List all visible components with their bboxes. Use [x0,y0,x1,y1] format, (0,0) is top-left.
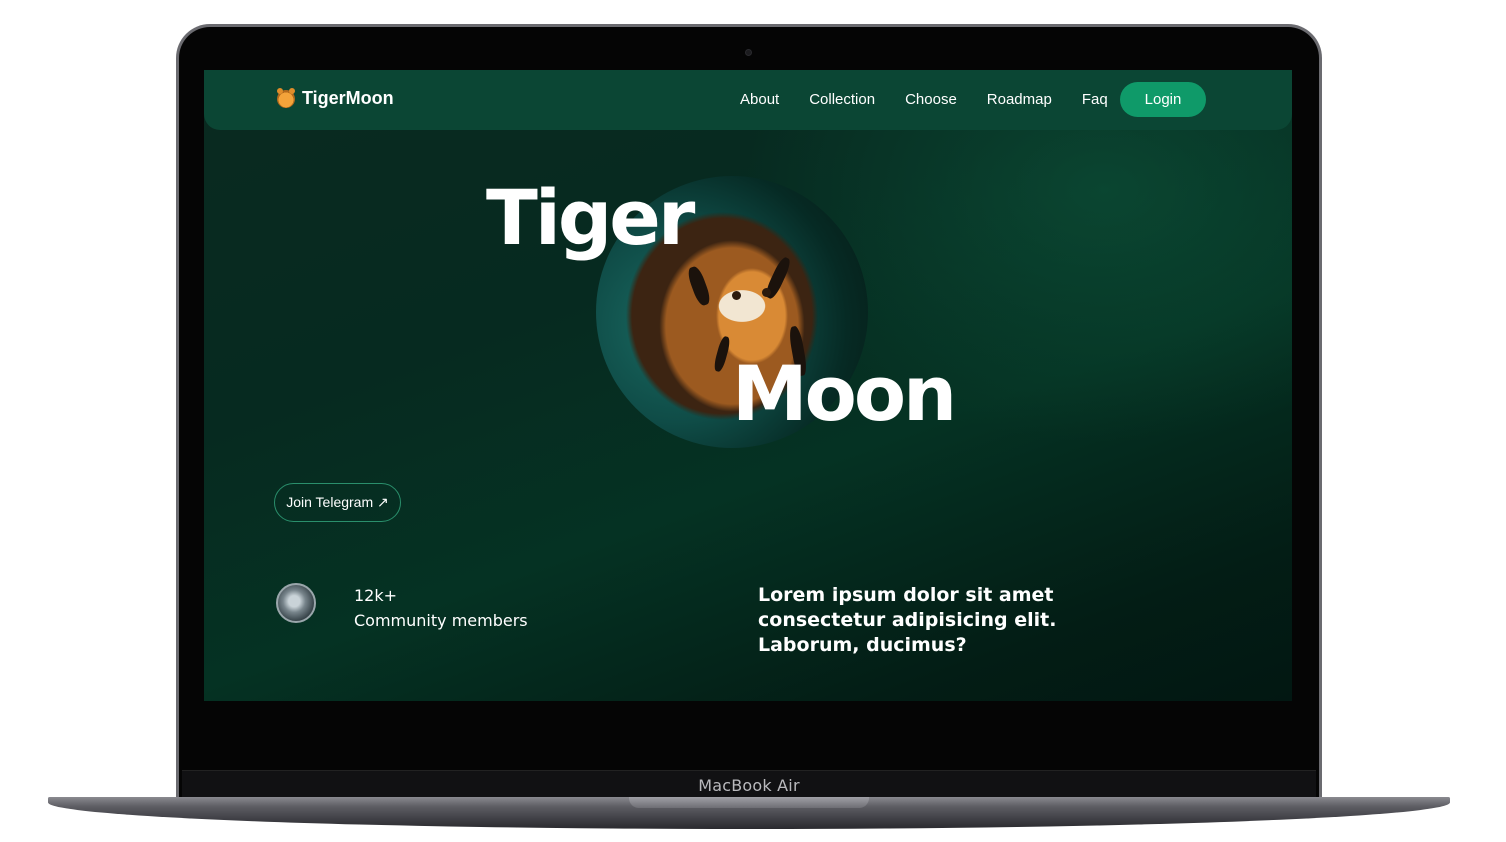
logo-text: TigerMoon [302,88,394,108]
tiger-head-icon [277,87,295,108]
join-telegram-label: Join Telegram ↗ [286,494,389,510]
device-brand-label: MacBook Air [698,776,800,795]
site-logo[interactable]: TigerMoon [277,87,394,109]
nav-link-choose[interactable]: Choose [905,89,957,111]
nav-link-about[interactable]: About [740,89,779,111]
nav-link-faq[interactable]: Faq [1082,89,1108,111]
community-label: Community members [354,611,528,630]
nav-links: About Collection Choose Roadmap Faq [740,89,1138,111]
community-count: 12k+ [354,586,398,605]
top-navbar: TigerMoon About Collection Choose Roadma… [204,70,1292,130]
join-telegram-button[interactable]: Join Telegram ↗ [274,483,401,522]
hero-title-moon: Moon [732,349,957,438]
laptop-chin: MacBook Air [182,770,1316,800]
community-stats: 12k+ Community members [354,584,528,634]
laptop-notch [629,797,869,808]
community-avatar [276,583,316,623]
login-button[interactable]: Login [1120,82,1206,117]
website-screen: TigerMoon About Collection Choose Roadma… [204,70,1292,701]
hero-tagline: Lorem ipsum dolor sit amet consectetur a… [758,584,1057,656]
camera-dot [745,49,752,56]
hero-title-tiger: Tiger [486,173,695,262]
nav-link-roadmap[interactable]: Roadmap [987,89,1052,111]
nav-link-collection[interactable]: Collection [809,89,875,111]
